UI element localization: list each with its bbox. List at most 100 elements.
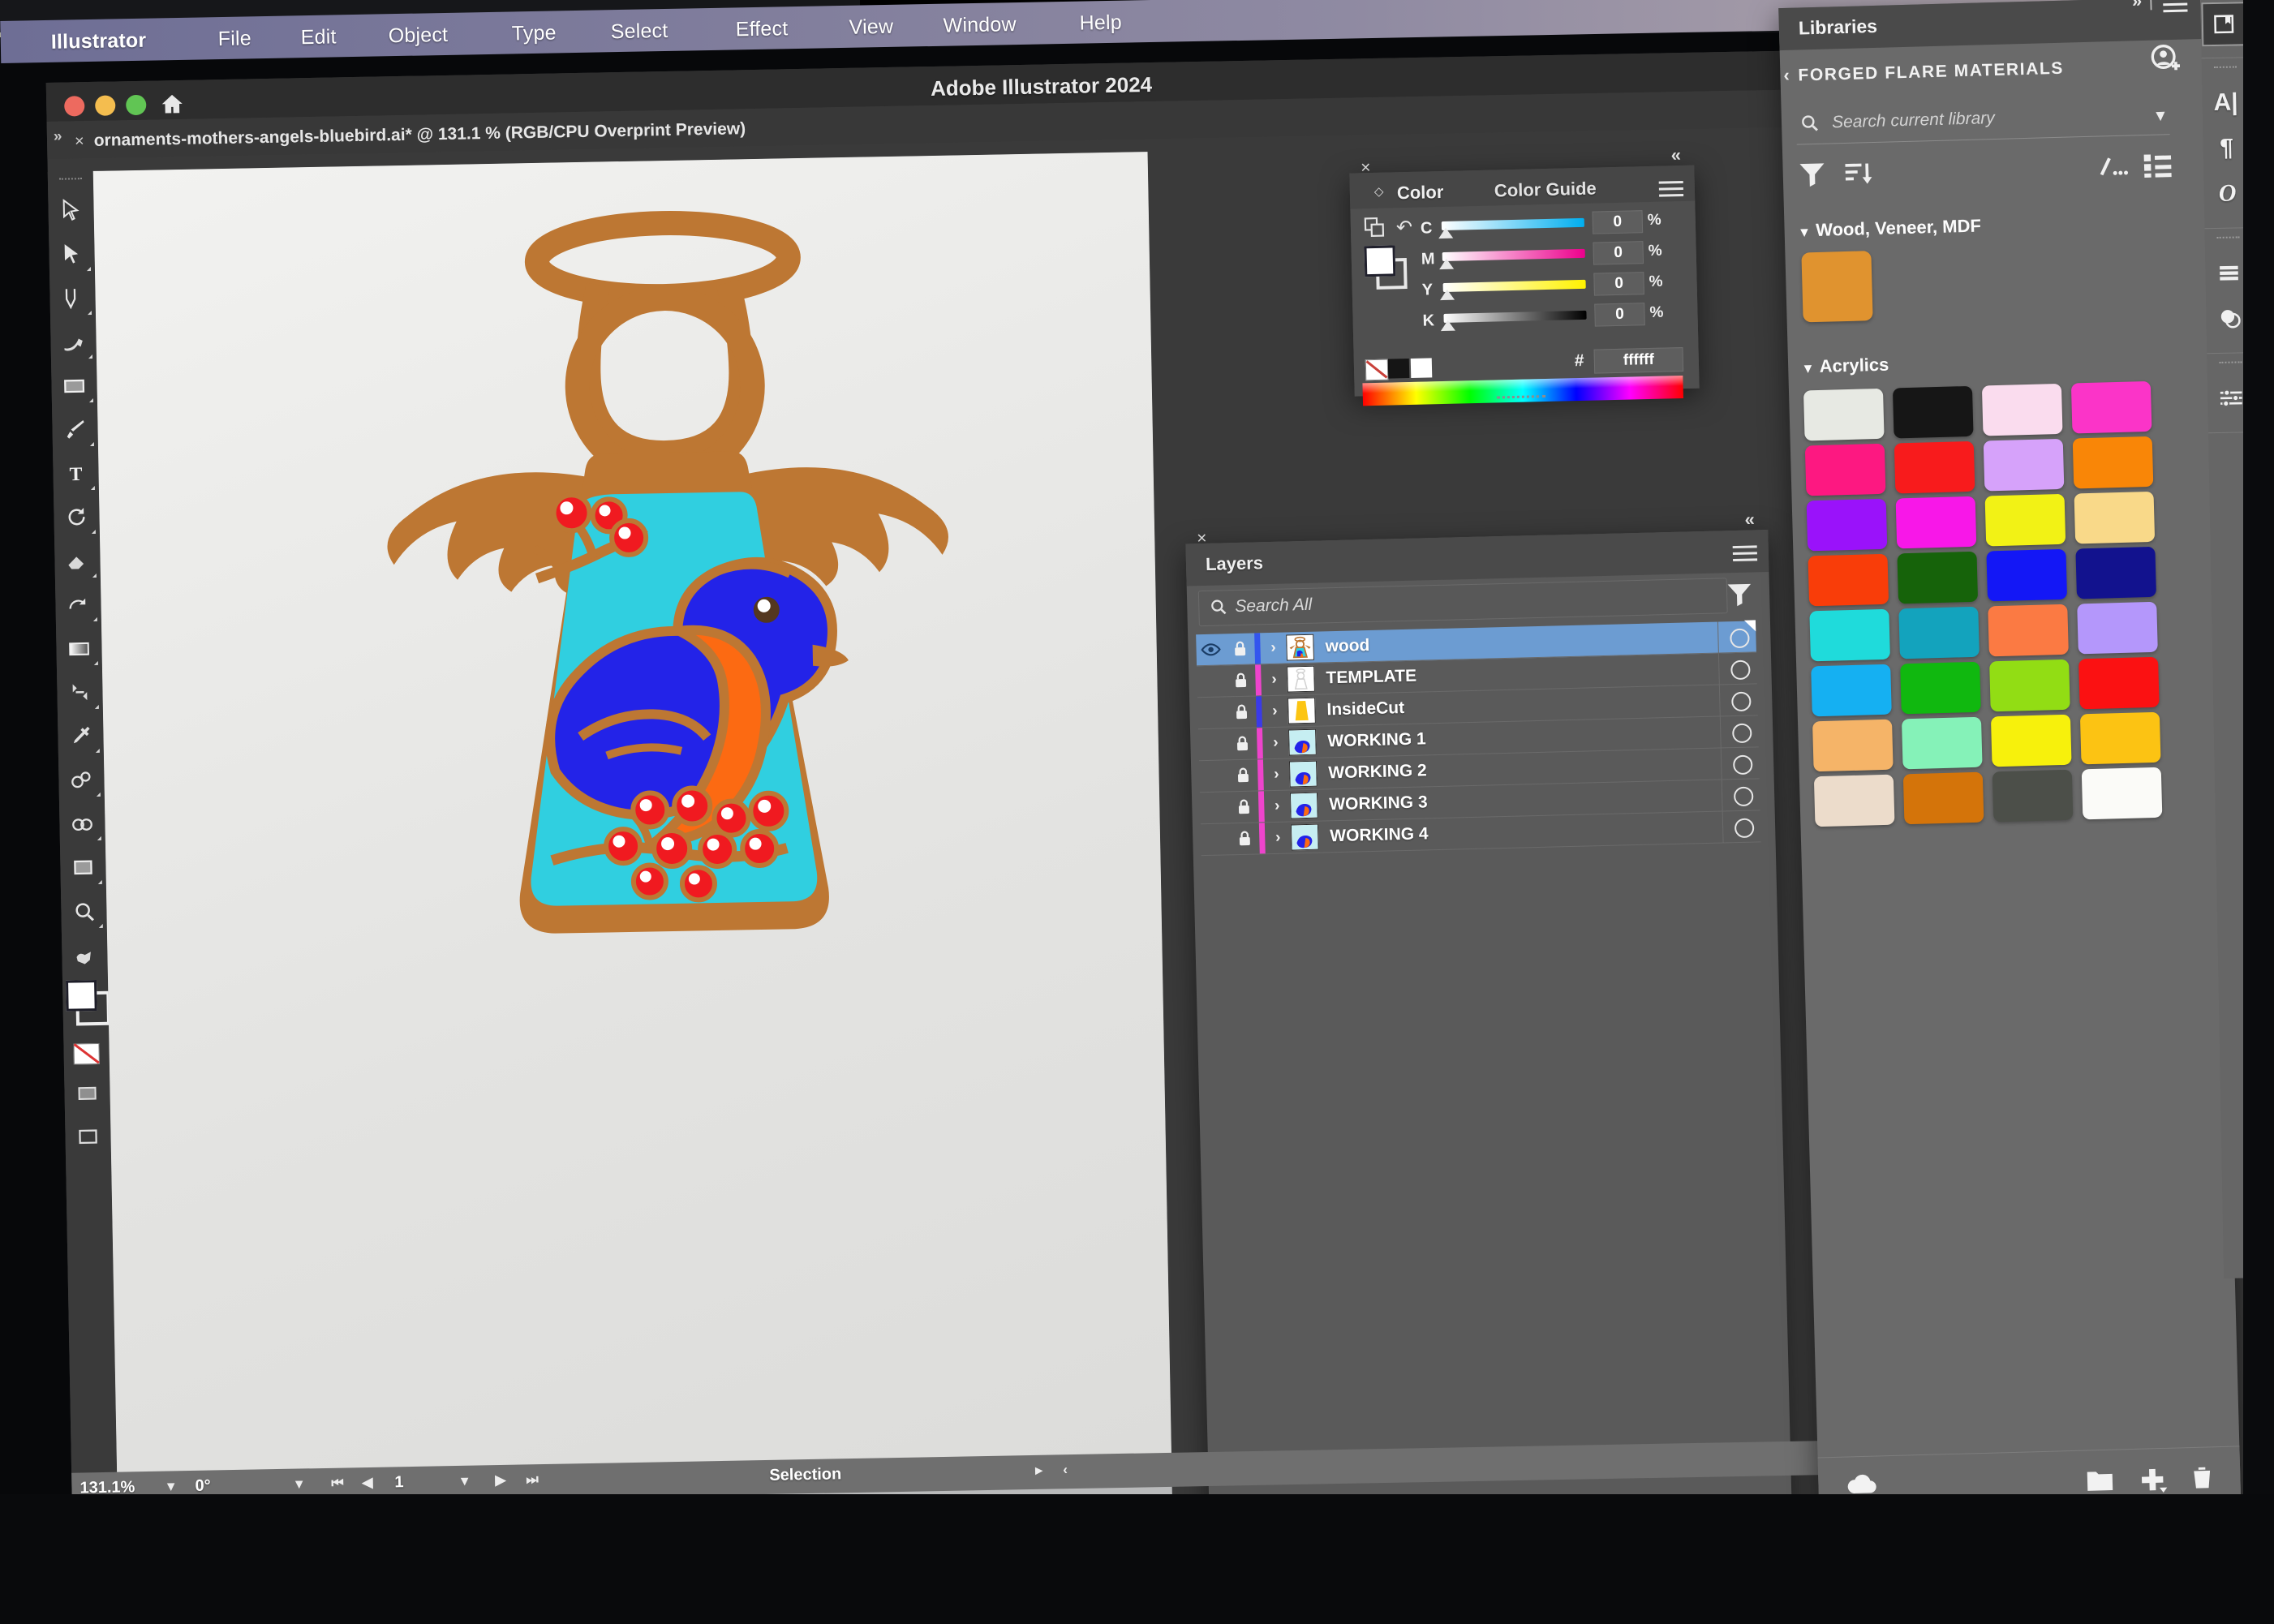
layer-disclosure-icon[interactable]: › (1263, 765, 1290, 784)
screen-mode-button[interactable] (65, 1115, 111, 1159)
swatch-acrylic-17[interactable] (1809, 608, 1890, 662)
lock-toggle-icon[interactable] (1225, 639, 1255, 658)
scale-tool[interactable] (55, 582, 101, 627)
zoom-dropdown-icon[interactable]: ▾ (167, 1478, 174, 1494)
rotate-tool[interactable] (54, 495, 100, 539)
slider-c-track[interactable] (1441, 217, 1584, 231)
swatch-acrylic-15[interactable] (1986, 548, 2068, 602)
library-more-icon[interactable] (2096, 150, 2129, 187)
slider-c-value[interactable]: 0 (1592, 210, 1644, 234)
menu-item-select[interactable]: Select (610, 19, 668, 44)
slider-c-knob[interactable] (1438, 227, 1454, 239)
layers-panel-close-icon[interactable]: × (1197, 529, 1207, 548)
minimize-window-button[interactable] (95, 95, 116, 116)
slider-m-value[interactable]: 0 (1593, 241, 1644, 265)
none-color-button[interactable] (1365, 359, 1389, 381)
slider-k-knob[interactable] (1440, 320, 1455, 332)
slider-k[interactable]: K 0 % (1422, 303, 1674, 333)
library-group-wood-swatches[interactable] (1801, 243, 2155, 323)
chevron-down-icon[interactable]: ▾ (1800, 224, 1808, 239)
tab-libraries[interactable]: Libraries (1799, 15, 1878, 40)
swatch-acrylic-12[interactable] (2074, 491, 2156, 544)
layer-name[interactable]: wood (1325, 636, 1369, 656)
status-expand-icon[interactable]: ▸ (1035, 1463, 1042, 1479)
menu-item-view[interactable]: View (849, 15, 893, 40)
lock-toggle-icon[interactable] (1229, 797, 1259, 816)
swatch-acrylic-4[interactable] (2070, 380, 2152, 434)
shape-builder-tool[interactable] (59, 801, 105, 846)
color-panel-collapse-icon[interactable]: « (1670, 144, 1681, 165)
next-artboard-button[interactable]: ▶ (495, 1472, 505, 1489)
canvas-area[interactable] (92, 152, 1173, 1550)
swatch-wood-1[interactable] (1801, 251, 1873, 323)
layer-name[interactable]: TEMPLATE (1326, 667, 1416, 689)
chevron-down-icon[interactable]: ▾ (1804, 360, 1812, 376)
layer-target-circle[interactable] (1730, 659, 1751, 681)
slider-k-value[interactable]: 0 (1594, 303, 1645, 327)
swatch-acrylic-14[interactable] (1897, 551, 1979, 604)
swap-fill-stroke-icon[interactable] (1364, 217, 1386, 238)
artboard-number[interactable]: 1 (394, 1473, 404, 1492)
artboard[interactable] (92, 152, 1172, 1485)
lock-toggle-icon[interactable] (1230, 829, 1260, 848)
drawing-mode-button[interactable] (64, 1071, 110, 1115)
swatch-acrylic-18[interactable] (1898, 606, 1980, 659)
swatch-acrylic-24[interactable] (2078, 656, 2160, 710)
slider-m-knob[interactable] (1438, 258, 1455, 270)
close-window-button[interactable] (64, 96, 85, 117)
swatch-acrylic-27[interactable] (1990, 714, 2072, 767)
slider-k-track[interactable] (1443, 310, 1587, 323)
visibility-toggle-icon[interactable] (1200, 807, 1229, 808)
white-color-button[interactable] (1410, 358, 1433, 378)
zoom-tool[interactable] (61, 889, 107, 934)
width-tool[interactable] (57, 670, 103, 715)
swatch-acrylic-25[interactable] (1812, 719, 1894, 772)
color-panel-close-icon[interactable]: × (1361, 158, 1371, 178)
color-panel-resize-grip[interactable] (1496, 395, 1546, 405)
swatch-acrylic-31[interactable] (1992, 769, 2074, 823)
last-artboard-button[interactable]: ⏭ (526, 1471, 539, 1488)
eyedropper-tool[interactable] (58, 714, 104, 758)
layers-panel[interactable]: « × Layers Search All › wood › TEMPLATE … (1185, 509, 1795, 1603)
swatch-acrylic-21[interactable] (1811, 664, 1892, 717)
layers-filter-icon[interactable] (1724, 578, 1756, 614)
layers-panel-collapse-icon[interactable]: « (1744, 509, 1755, 530)
tab-color-guide[interactable]: Color Guide (1494, 178, 1597, 202)
swatch-acrylic-30[interactable] (1902, 771, 1984, 825)
menu-item-effect[interactable]: Effect (735, 17, 788, 41)
invite-collaborator-icon[interactable] (2150, 43, 2183, 76)
swatch-acrylic-22[interactable] (1900, 661, 1981, 715)
visibility-toggle-icon[interactable] (1201, 839, 1230, 840)
libraries-overflow-icon[interactable]: » (2132, 0, 2143, 11)
library-group-wood-header[interactable]: ▾ Wood, Veneer, MDF (1800, 215, 1981, 241)
library-search-input[interactable]: Search current library ▾ (1795, 101, 2170, 145)
blend-tool[interactable] (58, 758, 105, 802)
layer-disclosure-icon[interactable]: › (1262, 734, 1289, 753)
delete-icon[interactable] (2188, 1463, 2216, 1496)
layers-search-input[interactable]: Search All (1197, 578, 1728, 627)
first-artboard-button[interactable]: ⏮ (331, 1476, 344, 1492)
swatch-acrylic-16[interactable] (2075, 546, 2157, 599)
layer-disclosure-icon[interactable]: › (1261, 671, 1287, 690)
library-group-acrylics-swatches[interactable] (1803, 380, 2167, 827)
visibility-toggle-icon[interactable] (1196, 638, 1226, 660)
layer-target-circle[interactable] (1732, 754, 1753, 775)
chevron-down-icon[interactable]: ▾ (2156, 105, 2165, 125)
layer-target-circle[interactable] (1734, 818, 1755, 839)
layer-target-circle[interactable] (1733, 786, 1754, 807)
slider-m[interactable]: M 0 % (1421, 241, 1674, 272)
layer-name[interactable]: WORKING 2 (1328, 761, 1427, 783)
swatch-acrylic-11[interactable] (1984, 493, 2066, 547)
hand-tool[interactable] (62, 933, 108, 977)
menu-item-object[interactable]: Object (388, 24, 448, 48)
layer-name[interactable]: WORKING 1 (1327, 729, 1426, 751)
swatch-acrylic-19[interactable] (1988, 604, 2069, 657)
home-icon[interactable] (160, 92, 185, 115)
document-tab[interactable]: × ornaments-mothers-angels-bluebird.ai* … (63, 112, 758, 159)
direct-selection-tool[interactable] (49, 232, 95, 277)
rotation-value[interactable]: 0° (195, 1477, 211, 1496)
type-tool[interactable]: T (53, 451, 99, 496)
maximize-window-button[interactable] (126, 94, 147, 116)
artboard-dropdown-icon[interactable]: ▾ (461, 1473, 468, 1489)
tool-status-text[interactable]: Selection (769, 1465, 841, 1485)
